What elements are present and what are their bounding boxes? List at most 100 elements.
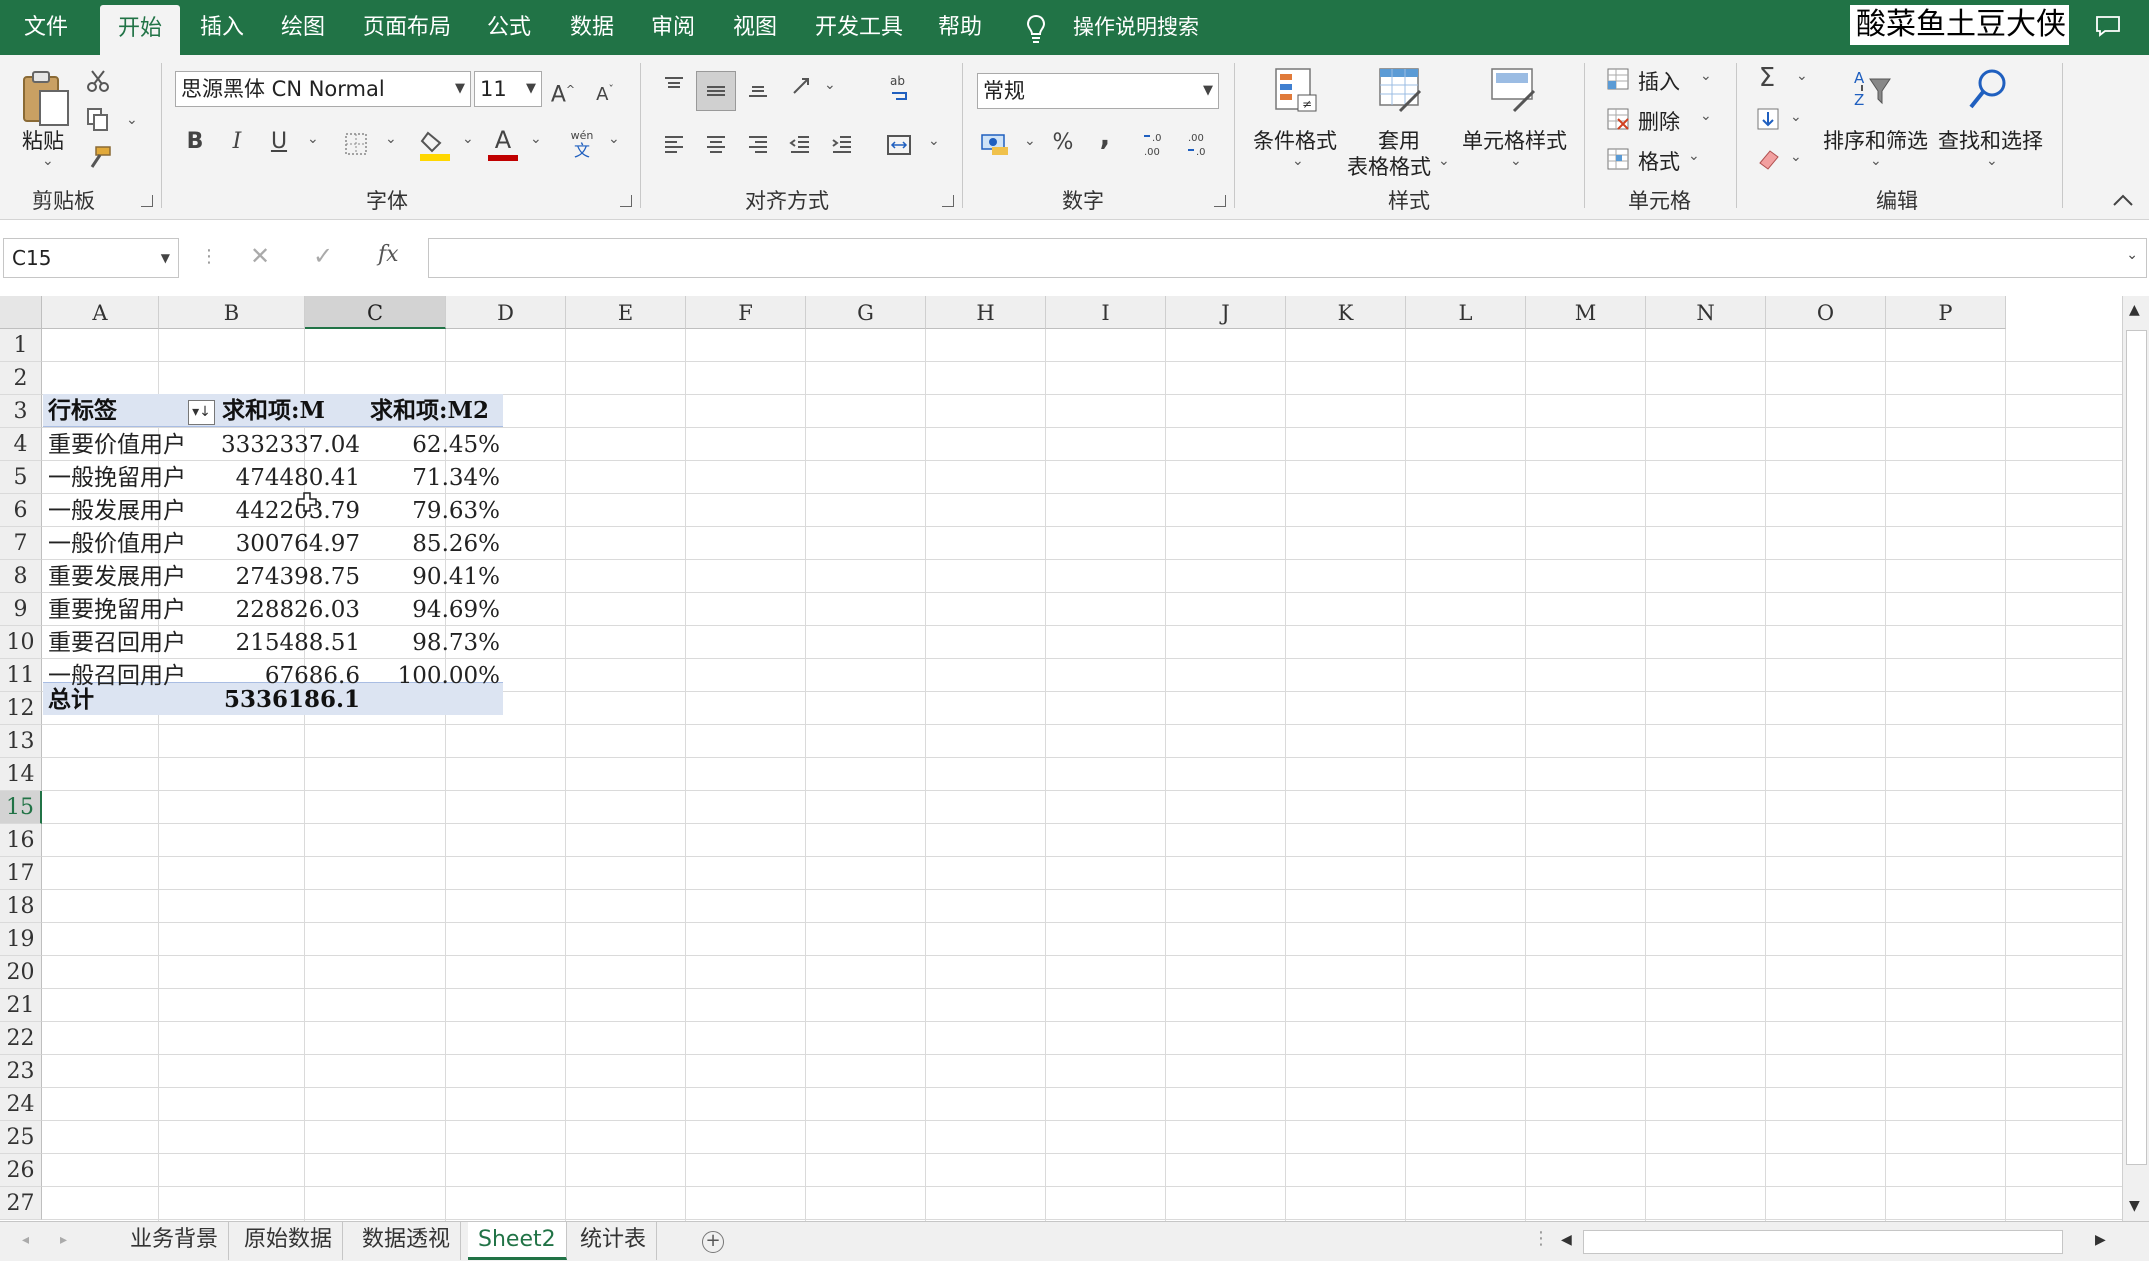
scroll-up-icon[interactable]: ▲ xyxy=(2129,302,2140,318)
format-painter-icon[interactable] xyxy=(86,145,112,169)
delete-cells-button[interactable]: 删除 xyxy=(1638,106,1680,136)
cancel-entry-icon[interactable]: ✕ xyxy=(250,242,270,270)
format-as-table-icon[interactable] xyxy=(1378,67,1424,113)
column-header-l[interactable]: L xyxy=(1406,296,1526,329)
insert-cells-button[interactable]: 插入 xyxy=(1638,66,1680,96)
copy-icon[interactable] xyxy=(86,107,110,131)
row-header-6[interactable]: 6 xyxy=(0,494,42,527)
fill-color-dropdown-icon[interactable]: ⌄ xyxy=(462,131,474,147)
scroll-down-icon[interactable]: ▼ xyxy=(2129,1198,2140,1214)
align-middle-button[interactable] xyxy=(696,71,736,111)
name-box[interactable]: C15 ▼ xyxy=(3,238,179,278)
pivot-row-sum-m2[interactable]: 94.69% xyxy=(370,594,500,627)
find-select-button[interactable]: 查找和选择 xyxy=(1938,125,2043,155)
sheet-tab-statistics[interactable]: 统计表 xyxy=(570,1222,658,1260)
row-header-17[interactable]: 17 xyxy=(0,857,42,890)
pivot-total-m[interactable]: 5336186.1 xyxy=(218,683,360,716)
number-format-select[interactable]: 常规 ▼ xyxy=(977,73,1219,109)
paste-dropdown-icon[interactable]: ⌄ xyxy=(42,153,54,169)
copy-dropdown-icon[interactable]: ⌄ xyxy=(126,112,138,128)
row-header-5[interactable]: 5 xyxy=(0,461,42,494)
underline-button[interactable]: U xyxy=(264,127,294,157)
column-header-p[interactable]: P xyxy=(1886,296,2006,329)
sort-filter-dropdown-icon[interactable]: ⌄ xyxy=(1870,153,1882,169)
cell-styles-dropdown-icon[interactable]: ⌄ xyxy=(1510,153,1522,169)
pivot-row-sum-m2[interactable]: 98.73% xyxy=(370,627,500,660)
row-header-19[interactable]: 19 xyxy=(0,923,42,956)
pivot-row-labels-header[interactable]: 行标签 xyxy=(48,394,188,427)
pivot-total-m2[interactable] xyxy=(370,683,500,716)
insert-cells-dropdown-icon[interactable]: ⌄ xyxy=(1700,68,1712,84)
column-header-i[interactable]: I xyxy=(1046,296,1166,329)
pivot-row-label[interactable]: 一般发展用户 xyxy=(48,495,198,528)
accounting-format-icon[interactable] xyxy=(980,131,1010,157)
alignment-launcher-icon[interactable] xyxy=(942,195,954,207)
fill-dropdown-icon[interactable]: ⌄ xyxy=(1790,109,1802,125)
menu-home-tab[interactable]: 开始 xyxy=(100,5,181,55)
align-left-icon[interactable] xyxy=(662,133,686,157)
sheet-tab-raw-data[interactable]: 原始数据 xyxy=(234,1222,344,1260)
phonetic-guide-icon[interactable]: wén 文 xyxy=(568,130,596,160)
column-header-j[interactable]: J xyxy=(1166,296,1286,329)
user-account-name[interactable]: 酸菜鱼土豆大侠 xyxy=(1850,5,2069,45)
increase-font-size-icon[interactable]: A^ xyxy=(548,75,578,107)
decrease-indent-icon[interactable] xyxy=(788,133,812,157)
menu-file[interactable]: 文件 xyxy=(24,0,68,55)
menu-review-tab[interactable]: 审阅 xyxy=(651,0,695,55)
row-header-21[interactable]: 21 xyxy=(0,989,42,1022)
column-header-k[interactable]: K xyxy=(1286,296,1406,329)
pivot-row-sum-m2[interactable]: 85.26% xyxy=(370,528,500,561)
row-header-15[interactable]: 15 xyxy=(0,791,42,824)
number-launcher-icon[interactable] xyxy=(1214,195,1226,207)
row-header-26[interactable]: 26 xyxy=(0,1154,42,1187)
orientation-dropdown-icon[interactable]: ⌄ xyxy=(824,77,836,93)
font-color-icon[interactable]: A xyxy=(488,125,518,155)
delete-cells-dropdown-icon[interactable]: ⌄ xyxy=(1700,108,1712,124)
column-header-g[interactable]: G xyxy=(806,296,926,329)
formula-input[interactable]: ⌄ xyxy=(428,238,2147,278)
font-launcher-icon[interactable] xyxy=(620,195,632,207)
row-header-20[interactable]: 20 xyxy=(0,956,42,989)
delete-cells-icon[interactable] xyxy=(1606,107,1630,131)
menu-view-tab[interactable]: 视图 xyxy=(733,0,777,55)
font-family-select[interactable]: 思源黑体 CN Normal ▼ xyxy=(175,71,471,107)
scroll-right-icon[interactable]: ▶ xyxy=(2095,1232,2106,1248)
cell-styles-button[interactable]: 单元格样式 xyxy=(1462,125,1567,155)
row-header-3[interactable]: 3 xyxy=(0,395,42,428)
pivot-row-sum-m2[interactable]: 90.41% xyxy=(370,561,500,594)
column-header-h[interactable]: H xyxy=(926,296,1046,329)
vertical-scrollbar[interactable]: ▲ ▼ xyxy=(2122,296,2149,1221)
collapse-ribbon-icon[interactable] xyxy=(2112,193,2134,207)
tab-splitter-icon[interactable]: ⋮ xyxy=(1532,1228,1550,1249)
clear-dropdown-icon[interactable]: ⌄ xyxy=(1790,149,1802,165)
menu-data-tab[interactable]: 数据 xyxy=(570,0,614,55)
column-header-e[interactable]: E xyxy=(566,296,686,329)
font-size-select[interactable]: 11 ▼ xyxy=(474,71,542,107)
clipboard-launcher-icon[interactable] xyxy=(141,195,153,207)
wrap-text-icon[interactable]: ab xyxy=(888,73,914,103)
format-cells-icon[interactable] xyxy=(1606,147,1630,171)
row-header-7[interactable]: 7 xyxy=(0,527,42,560)
pivot-row-label[interactable]: 重要挽留用户 xyxy=(48,594,198,627)
insert-cells-icon[interactable] xyxy=(1606,67,1630,91)
underline-dropdown-icon[interactable]: ⌄ xyxy=(307,131,319,147)
decrease-decimal-icon[interactable]: .00.0 xyxy=(1186,130,1216,158)
row-header-9[interactable]: 9 xyxy=(0,593,42,626)
pivot-row-sum-m2[interactable]: 79.63% xyxy=(370,495,500,528)
conditional-formatting-icon[interactable]: ≠ xyxy=(1274,67,1320,113)
conditional-dropdown-icon[interactable]: ⌄ xyxy=(1292,153,1304,169)
font-color-dropdown-icon[interactable]: ⌄ xyxy=(530,131,542,147)
row-header-24[interactable]: 24 xyxy=(0,1088,42,1121)
row-header-16[interactable]: 16 xyxy=(0,824,42,857)
menu-formulas-tab[interactable]: 公式 xyxy=(487,0,531,55)
row-header-22[interactable]: 22 xyxy=(0,1022,42,1055)
italic-button[interactable]: I xyxy=(222,127,252,157)
menu-help-tab[interactable]: 帮助 xyxy=(938,0,982,55)
comma-style-button[interactable]: , xyxy=(1090,121,1120,151)
sort-filter-icon[interactable]: AZ xyxy=(1850,67,1894,111)
row-header-10[interactable]: 10 xyxy=(0,626,42,659)
sheet-tab-business-background[interactable]: 业务背景 xyxy=(120,1222,230,1260)
merge-dropdown-icon[interactable]: ⌄ xyxy=(928,133,940,149)
pivot-row-label[interactable]: 一般挽留用户 xyxy=(48,462,198,495)
format-cells-dropdown-icon[interactable]: ⌄ xyxy=(1688,148,1700,164)
